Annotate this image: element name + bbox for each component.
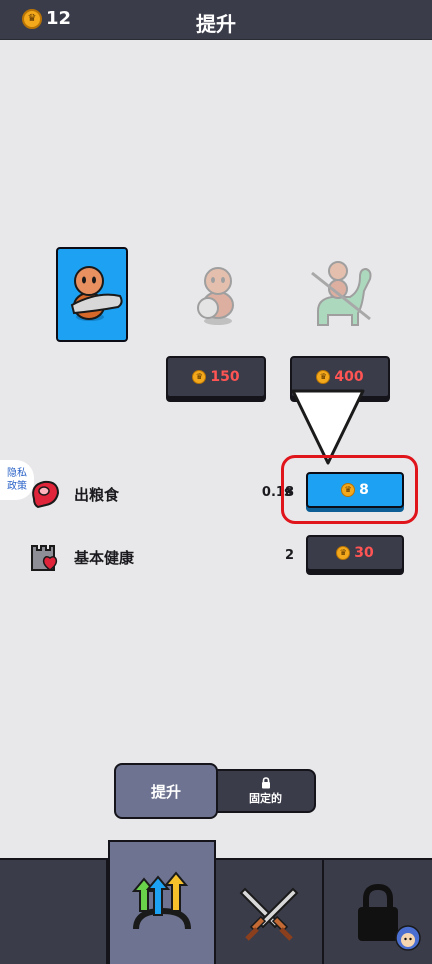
upgrade-arrows-icon (131, 871, 191, 930)
unlock-cost: 150 (210, 369, 240, 385)
nav-slot-empty (0, 860, 108, 964)
meat-icon (32, 480, 60, 509)
shield-caveman-icon (197, 267, 234, 325)
nav-upgrade[interactable] (108, 840, 216, 964)
assistant-face-icon[interactable] (394, 924, 422, 952)
nav-battle[interactable] (216, 860, 324, 964)
upgrade-cost: 30 (354, 545, 374, 561)
club-caveman-icon (70, 266, 123, 321)
buy-food-upgrade-button[interactable]: ♛ 8 (306, 472, 404, 508)
upgrade-label: 基本健康 (74, 549, 135, 567)
unit-card-club-caveman[interactable] (56, 247, 128, 342)
tab-fixed[interactable]: 固定的 (215, 769, 316, 813)
top-bar: ♛ 12 提升 (0, 0, 432, 40)
tab-upgrade[interactable]: 提升 (114, 763, 218, 819)
coin-icon: ♛ (336, 546, 351, 560)
unlock-shield-caveman-button[interactable]: ♛ 150 (166, 356, 266, 398)
coin-icon: ♛ (192, 370, 207, 384)
buy-health-upgrade-button[interactable]: ♛ 30 (306, 535, 404, 571)
coin-icon: ♛ (316, 370, 331, 384)
lock-icon (261, 776, 270, 788)
unit-card-dino-rider[interactable] (304, 247, 376, 342)
upgrade-value: 2 (284, 548, 294, 563)
upgrade-cost: 8 (359, 482, 369, 498)
unlock-cost: 400 (334, 369, 364, 385)
bottom-nav (0, 840, 432, 964)
tab-fixed-label: 固定的 (249, 791, 282, 805)
castle-heart-icon (31, 545, 58, 571)
coin-icon: ♛ (341, 483, 356, 497)
dino-rider-icon (311, 261, 372, 326)
crossed-swords-icon (239, 887, 299, 941)
tab-upgrade-label: 提升 (150, 782, 181, 801)
page-title: 提升 (196, 12, 236, 36)
upgrade-label: 出粮食 (74, 486, 120, 504)
unit-card-shield-caveman[interactable] (180, 247, 252, 342)
